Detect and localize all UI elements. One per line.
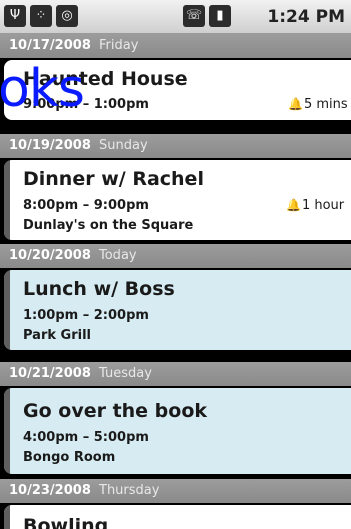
status-time: 1:24 PM [267,7,345,27]
calendar-color-bar [4,270,10,350]
event-time: 4:00pm – 5:00pm [23,430,149,445]
date-header-date: 10/17/2008 [9,38,91,53]
event-card[interactable]: Dinner w/ Rachel 8:00pm – 9:00pm Dunlay'… [4,160,351,240]
event-title: Go over the book [23,400,208,422]
date-header-date: 10/20/2008 [9,248,91,263]
date-header: 10/19/2008 Sunday [0,134,351,158]
date-header-day: Friday [99,38,139,53]
date-header-day: Today [99,248,137,263]
event-location: Bongo Room [23,450,116,465]
event-time: 1:00pm – 2:00pm [23,308,149,323]
date-header-date: 10/23/2008 [9,483,91,498]
event-reminder-text: 1 hour [301,198,345,213]
date-header: 10/20/2008 Today [0,244,351,268]
date-header-day: Thursday [99,483,160,498]
event-reminder-text: 5 mins [303,97,348,112]
date-header-date: 10/19/2008 [9,138,91,153]
date-header-day: Sunday [99,138,148,153]
event-card[interactable]: Bowling [4,505,351,529]
event-time: 8:00pm – 9:00pm [23,198,149,213]
app-icon: ⁘ [30,5,52,27]
date-header: 10/23/2008 Thursday [0,479,351,503]
date-header: 10/21/2008 Tuesday [0,362,351,386]
bell-icon: 🔔 [286,198,301,212]
event-reminder: 🔔1 hour [286,198,344,213]
event-card[interactable]: Lunch w/ Boss 1:00pm – 2:00pm Park Grill [4,270,351,350]
event-location: Park Grill [23,328,91,343]
overlay-text: oks [0,59,85,119]
bell-icon: 🔔 [288,97,303,111]
calendar-color-bar [4,505,10,529]
usb-icon: Ψ [4,5,26,27]
calendar-color-bar [4,160,10,240]
voicemail-icon: ◎ [56,5,78,27]
event-reminder: 🔔5 mins [288,97,348,112]
date-header-date: 10/21/2008 [9,366,91,381]
event-title: Dinner w/ Rachel [23,168,204,190]
event-title: Bowling [23,515,109,529]
event-card[interactable]: Go over the book 4:00pm – 5:00pm Bongo R… [4,388,351,474]
date-header-day: Tuesday [99,366,152,381]
date-header: 10/17/2008 Friday [0,34,351,58]
status-bar: Ψ ⁘ ◎ ☏ ▮ 1:24 PM [0,0,351,34]
phone-icon: ☏ [183,5,205,27]
calendar-color-bar [4,388,10,474]
event-location: Dunlay's on the Square [23,218,194,233]
event-title: Lunch w/ Boss [23,278,175,300]
battery-icon: ▮ [209,5,231,27]
